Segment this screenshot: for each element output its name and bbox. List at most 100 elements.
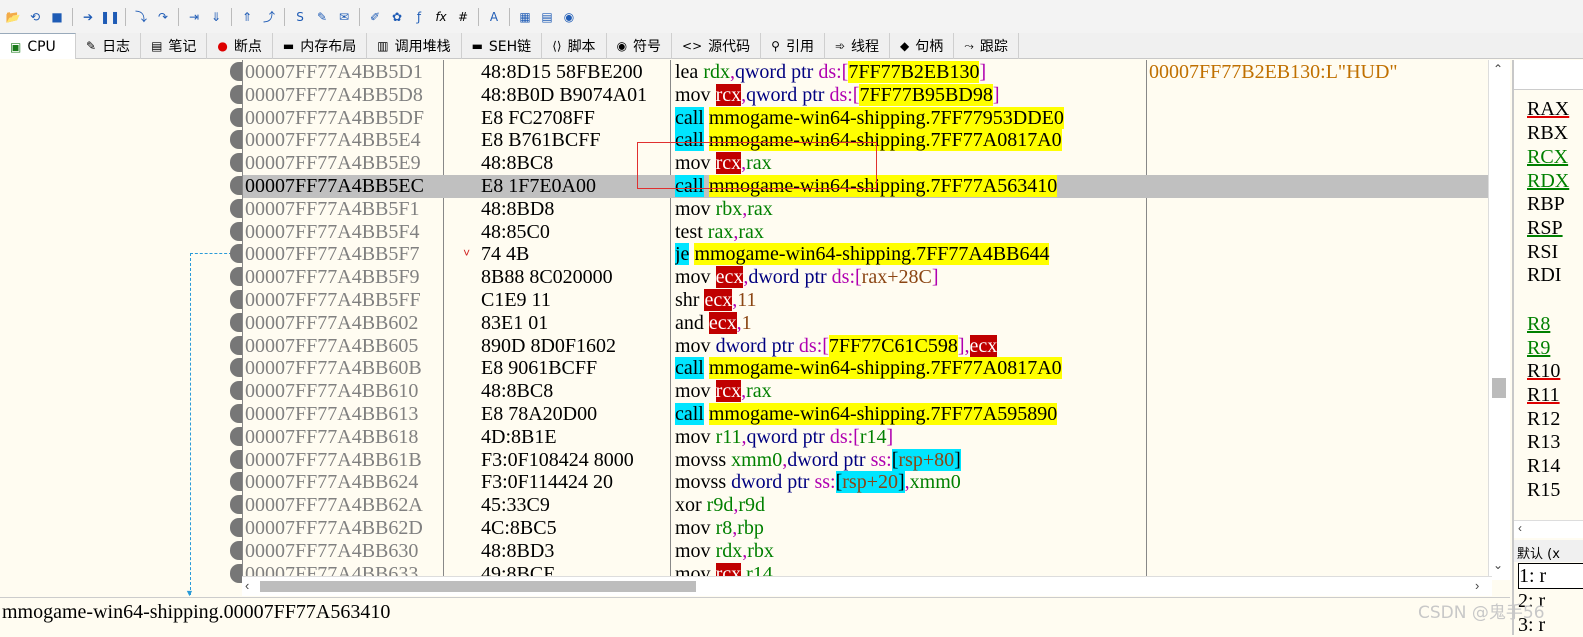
breakpoint-marker[interactable] (230, 495, 242, 515)
breakpoint-marker[interactable] (230, 540, 242, 560)
register-rdi[interactable]: RDI (1527, 264, 1561, 287)
disasm-row[interactable]: 00007FF77A4BB618 4D:8B1E mov r11,qword ptr… (243, 426, 1493, 449)
register-rsi[interactable]: RSI (1527, 241, 1558, 264)
disasm-row[interactable]: 00007FF77A4BB61B F3:0F108424 8000 movss xm… (243, 448, 1493, 472)
breakpoint-marker[interactable] (230, 449, 242, 469)
scylla-icon[interactable]: S (290, 7, 310, 27)
disasm-row[interactable]: 00007FF77A4BB5F9 8B88 8C020000 mov ecx,dwo… (243, 266, 1493, 289)
disasm-row[interactable]: 00007FF77A4BB5DF E8 FC2708FF call mmogame-… (243, 106, 1493, 130)
register-r14[interactable]: R14 (1527, 455, 1560, 478)
register-r13[interactable]: R13 (1527, 431, 1560, 454)
tab-breakpoint[interactable]: ● 断点 (207, 33, 273, 59)
run-icon[interactable]: ➔ (78, 7, 98, 27)
breakpoint-marker[interactable] (230, 198, 242, 218)
breakpoint-column[interactable] (230, 60, 242, 583)
fx-icon[interactable]: fx (431, 7, 451, 27)
disasm-row[interactable]: 00007FF77A4BB5D8 48:8B0D B9074A01 mov rcx,… (243, 83, 1493, 107)
register-r12[interactable]: R12 (1527, 408, 1560, 431)
disasm-row[interactable]: 00007FF77A4BB605 890D 8D0F1602 mov dword p… (243, 334, 1493, 358)
labels-icon[interactable]: ✐ (365, 7, 385, 27)
pause-icon[interactable]: ❚❚ (100, 7, 120, 27)
tab-script[interactable]: ⟨⟩ 脚本 (542, 33, 607, 59)
tab-notes[interactable]: ▤ 笔记 (141, 33, 208, 59)
register-rbp[interactable]: RBP (1527, 193, 1565, 216)
disasm-vertical-scrollbar[interactable]: ⌃ ⌄ (1488, 60, 1510, 580)
registers-panel[interactable]: ‹ 默认 (x 1: r 2: r 3: r RAX RBX RCX RDX RBP RSP R… (1512, 60, 1583, 636)
register-r10[interactable]: R10 (1527, 360, 1560, 383)
register-r11[interactable]: R11 (1527, 384, 1560, 407)
breakpoint-marker[interactable] (230, 335, 242, 355)
breakpoint-marker[interactable] (230, 107, 242, 127)
register-rbx[interactable]: RBX (1527, 122, 1568, 145)
execute-till-return-icon[interactable]: ⇑ (237, 7, 257, 27)
globe-icon[interactable]: ◉ (559, 7, 579, 27)
step-into-icon[interactable]: ⤵ (131, 7, 151, 27)
run-to-user-code-icon[interactable]: ⤴ (259, 7, 279, 27)
disasm-row[interactable]: 00007FF77A4BB5FF C1E9 11 shr ecx,11 (243, 289, 1493, 312)
breakpoint-marker[interactable] (230, 84, 242, 104)
tab-source[interactable]: <> 源代码 (672, 33, 762, 59)
breakpoint-marker[interactable] (230, 244, 242, 264)
comments-icon[interactable]: ✉ (334, 7, 354, 27)
tab-threads[interactable]: ➾ 线程 (825, 33, 891, 59)
register-r15[interactable]: R15 (1527, 479, 1560, 502)
breakpoint-marker[interactable] (230, 426, 242, 446)
tab-trace[interactable]: ⤳ 跟踪 (954, 33, 1019, 59)
font-icon[interactable]: A (484, 7, 504, 27)
disasm-row[interactable]: 00007FF77A4BB630 48:8BD3 mov rdx,rbx (243, 540, 1493, 563)
register-rax[interactable]: RAX (1527, 98, 1569, 121)
disasm-row[interactable]: 00007FF77A4BB60B E8 9061BCFF call mmogame-… (243, 357, 1493, 380)
disasm-row[interactable]: 00007FF77A4BB62D 4C:8BC5 mov r8,rbp (243, 517, 1493, 540)
calculator-icon[interactable]: ▤ (537, 7, 557, 27)
disasm-row[interactable]: 00007FF77A4BB5D1 48:8D15 58FBE200 lea rdx,… (243, 61, 1493, 84)
register-rcx[interactable]: RCX (1527, 146, 1568, 169)
bookmarks-icon[interactable]: ✿ (387, 7, 407, 27)
breakpoint-marker[interactable] (230, 563, 242, 583)
disassembly-view[interactable]: 00007FF77A4BB5D1 48:8D15 58FBE200 lea rdx,… (242, 60, 1512, 580)
scroll-down-icon[interactable]: ⌄ (1493, 558, 1503, 572)
calling-convention-select[interactable]: 默认 (x (1514, 540, 1583, 562)
breakpoint-marker[interactable] (230, 381, 242, 401)
stack-arg-item[interactable]: 1: r (1518, 563, 1583, 589)
breakpoint-marker[interactable] (230, 267, 242, 287)
breakpoint-marker[interactable] (230, 518, 242, 537)
registers-scrollbar[interactable]: ‹ (1514, 520, 1583, 538)
tab-symbols[interactable]: ◉ 符号 (607, 33, 673, 59)
scroll-thumb[interactable] (260, 581, 696, 592)
registers-header[interactable] (1514, 60, 1583, 90)
breakpoint-marker[interactable] (230, 312, 242, 332)
breakpoint-marker[interactable] (230, 472, 242, 492)
stop-icon[interactable]: ■ (47, 7, 67, 27)
scroll-thumb[interactable] (1492, 378, 1506, 398)
tab-cpu[interactable]: ▣ CPU (0, 33, 76, 59)
tab-call-stack[interactable]: ▥ 调用堆栈 (367, 33, 462, 59)
restart-icon[interactable]: ⟲ (25, 7, 45, 27)
scroll-left-icon[interactable]: ‹ (245, 578, 249, 593)
register-r9[interactable]: R9 (1527, 337, 1550, 360)
disasm-row[interactable]: 00007FF77A4BB610 48:8BC8 mov rcx,rax (243, 380, 1493, 403)
breakpoint-marker[interactable] (230, 221, 242, 241)
scroll-right-icon[interactable]: › (1475, 578, 1479, 593)
breakpoint-marker[interactable] (230, 176, 242, 195)
tab-seh[interactable]: ▬ SEH链 (462, 33, 543, 59)
open-icon[interactable]: 📂 (3, 7, 23, 27)
disasm-row[interactable]: 00007FF77A4BB602 83E1 01 and ecx,1 (243, 311, 1493, 335)
breakpoint-marker[interactable] (230, 358, 242, 378)
trace-into-icon[interactable]: ⇥ (184, 7, 204, 27)
tab-log[interactable]: ✎ 日志 (76, 33, 142, 59)
disasm-row[interactable]: 00007FF77A4BB613 E8 78A20D00 call mmogame-… (243, 403, 1493, 426)
tab-memory-map[interactable]: ▬ 内存布局 (273, 33, 368, 59)
disasm-row[interactable]: 00007FF77A4BB62A 45:33C9 xor r9d,r9d (243, 494, 1493, 517)
breakpoint-marker[interactable] (230, 130, 242, 150)
register-r8[interactable]: R8 (1527, 313, 1550, 336)
breakpoint-marker[interactable] (230, 62, 242, 81)
trace-over-icon[interactable]: ⇓ (206, 7, 226, 27)
register-rdx[interactable]: RDX (1527, 170, 1569, 193)
scroll-up-icon[interactable]: ⌃ (1493, 62, 1503, 76)
graph-icon[interactable]: ▦ (515, 7, 535, 27)
patch-icon[interactable]: ✎ (312, 7, 332, 27)
disasm-row[interactable]: 00007FF77A4BB5F1 48:8BD8 mov rbx,rax (243, 198, 1493, 221)
breakpoint-marker[interactable] (230, 153, 242, 173)
disasm-row[interactable]: 00007FF77A4BB5F7 ˅ 74 4B je mmogame-win64-s… (243, 243, 1493, 266)
functions-icon[interactable]: ƒ (409, 7, 429, 27)
